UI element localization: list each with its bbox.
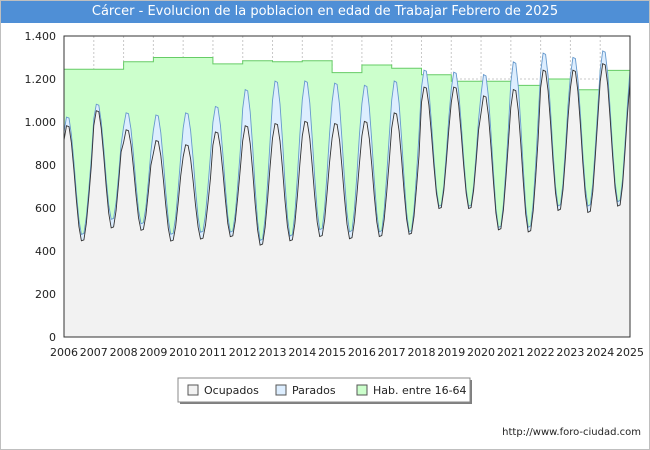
x-tick-label: 2008	[110, 346, 138, 359]
y-tick-label: 0	[49, 331, 56, 344]
y-tick-label: 1.200	[25, 73, 57, 86]
legend: Ocupados Parados Hab. entre 16-64	[177, 377, 472, 404]
x-tick-label: 2021	[497, 346, 525, 359]
x-tick-label: 2024	[586, 346, 614, 359]
x-tick-label: 2013	[259, 346, 287, 359]
x-tick-label: 2006	[50, 346, 78, 359]
legend-label-parados: Parados	[292, 384, 336, 397]
x-tick-label: 2025	[616, 346, 644, 359]
x-tick-label: 2022	[527, 346, 555, 359]
y-tick-label: 1.400	[25, 30, 57, 43]
y-tick-label: 600	[35, 202, 56, 215]
x-tick-label: 2012	[229, 346, 257, 359]
legend-swatch-hab-entre-16-64	[356, 384, 368, 396]
x-tick-label: 2015	[318, 346, 346, 359]
legend-swatch-ocupados	[187, 384, 199, 396]
chart-svg: 02004006008001.0001.2001.400 2006 2007 200…	[25, 30, 644, 404]
x-tick-label: 2016	[348, 346, 376, 359]
legend-label-hab-entre-16-64: Hab. entre 16-64	[373, 384, 467, 397]
y-tick-label: 400	[35, 245, 56, 258]
y-tick-label: 800	[35, 159, 56, 172]
y-axis-ticks: 0 200 400 600 800 1.000 1.200 1.400	[25, 30, 57, 344]
source-link[interactable]: http://www.foro-ciudad.com	[502, 427, 641, 438]
x-tick-label: 2017	[378, 346, 406, 359]
x-tick-label: 2014	[288, 346, 316, 359]
chart-areas	[63, 50, 631, 338]
x-tick-label: 2009	[139, 346, 167, 359]
y-tick-label: 200	[35, 288, 56, 301]
x-tick-label: 2010	[169, 346, 197, 359]
x-tick-label: 2019	[437, 346, 465, 359]
x-tick-label: 2018	[407, 346, 435, 359]
x-tick-label: 2020	[467, 346, 495, 359]
legend-swatch-parados	[275, 384, 287, 396]
x-axis-ticks: 2006 2007 2008 2009 2010 2011 2012 2013 2014 2015…	[50, 346, 644, 359]
x-tick-label: 2023	[556, 346, 584, 359]
legend-label-ocupados: Ocupados	[204, 384, 259, 397]
x-tick-label: 2007	[80, 346, 108, 359]
x-tick-label: 2011	[199, 346, 227, 359]
y-tick-label: 1.000	[25, 116, 57, 129]
